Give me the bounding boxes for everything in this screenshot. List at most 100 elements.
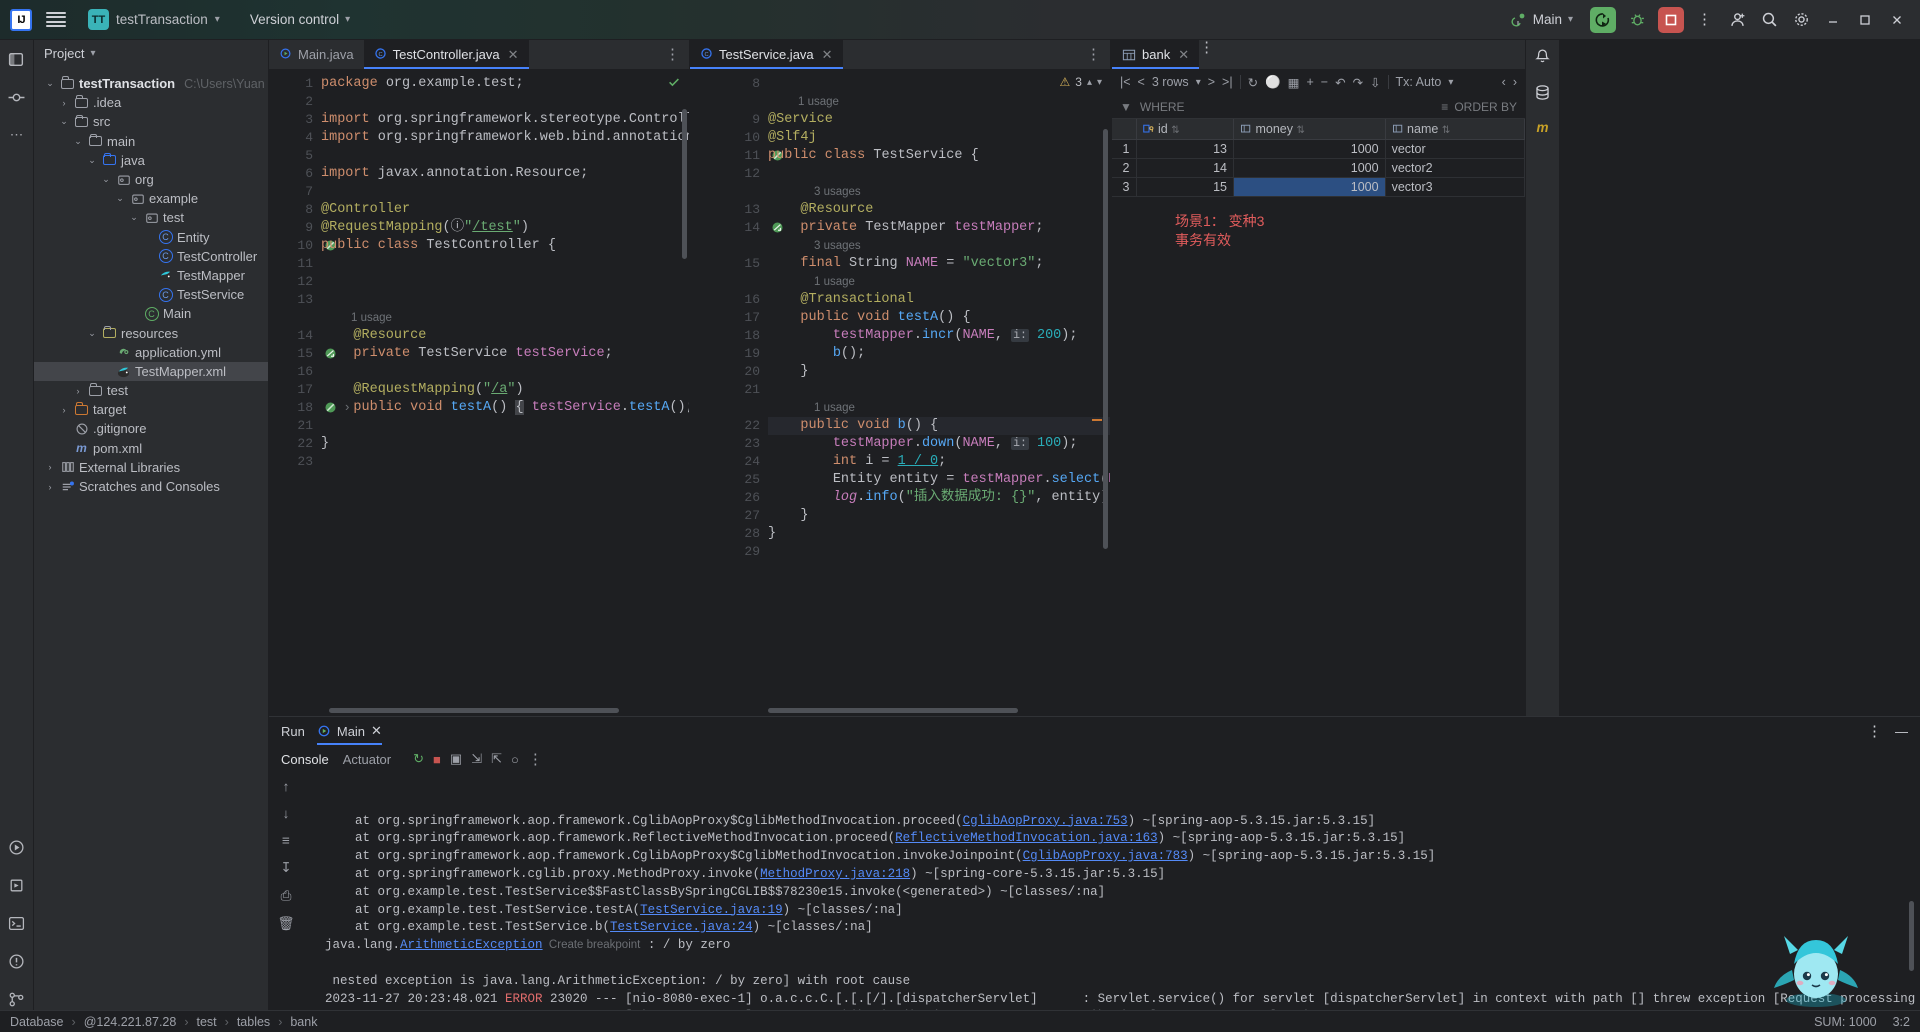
tree-item-main[interactable]: ⌄ main <box>34 132 268 151</box>
chevron-down-icon[interactable]: ▾ <box>1448 77 1453 88</box>
database-tab-row[interactable]: bank ✕ ⋮ <box>1112 40 1525 69</box>
import-icon[interactable]: ⇱ <box>491 751 502 767</box>
chevron-down-icon[interactable]: ⌄ <box>86 155 98 166</box>
db-cell-money[interactable]: 1000 <box>1233 158 1386 178</box>
tree-item-java[interactable]: ⌄ java <box>34 151 268 170</box>
inspection-widget-right[interactable]: ⚠ 3 ▴ ▾ <box>1059 75 1102 89</box>
export-icon[interactable]: ⇲ <box>471 751 482 767</box>
status-database-label[interactable]: Database <box>10 1015 64 1029</box>
chevron-right-icon[interactable]: › <box>44 462 56 472</box>
chevron-down-icon[interactable]: ▾ <box>1196 77 1201 88</box>
account-button[interactable] <box>1726 9 1748 31</box>
vertical-scrollbar-left[interactable] <box>682 109 687 259</box>
db-cell-name[interactable]: vector <box>1385 139 1525 159</box>
print-icon[interactable]: ⎙ <box>281 888 292 904</box>
console-more-icon[interactable]: ⋮ <box>528 752 544 767</box>
terminal-tool-icon[interactable] <box>6 912 28 934</box>
chevron-right-icon[interactable]: › <box>72 386 84 396</box>
tree-item-org[interactable]: ⌄ org <box>34 170 268 189</box>
run-more-button[interactable]: ⋮ <box>1867 724 1883 739</box>
refresh-icon[interactable]: ↻ <box>1248 75 1258 90</box>
code-view-left[interactable]: 1 2 3 4 5 6 7 8 9 10 11 12 13 14 15 16 17 18 › 21 22 23 packa… <box>269 69 689 706</box>
commit-tool-icon[interactable] <box>6 86 28 108</box>
close-icon[interactable]: ✕ <box>508 47 519 63</box>
console-side-toolbar[interactable]: ↑ ↓ ≡ ↧ ⎙ 🗑 <box>269 773 303 1010</box>
camera-icon[interactable]: ▣ <box>450 751 462 767</box>
project-tree[interactable]: ⌄ testTransaction C:\Users\YuanJie\Ide › .id… <box>34 66 268 1010</box>
close-window-button[interactable] <box>1886 9 1908 31</box>
chevron-down-icon[interactable]: ⌄ <box>72 136 84 147</box>
chevron-right-icon[interactable]: › <box>58 405 70 415</box>
notifications-icon[interactable] <box>1534 48 1551 68</box>
tree-item-testservice[interactable]: C TestService <box>34 285 268 304</box>
line-number-gutter-right[interactable]: 8 9 10 11 12 13 14 15 16 17 18 19 20 21 22 23 24 25 26 27 28… <box>690 69 783 706</box>
chevron-down-icon[interactable]: ▾ <box>1097 77 1102 88</box>
db-cell-id[interactable]: 13 <box>1136 139 1234 159</box>
inspection-widget-left[interactable] <box>667 75 681 89</box>
status-table[interactable]: bank <box>290 1015 317 1029</box>
commit-icon[interactable]: ↷ <box>1353 75 1363 90</box>
stop-button[interactable] <box>1658 6 1684 33</box>
database-icon[interactable] <box>1534 84 1551 104</box>
scroll-to-end-icon[interactable]: ↧ <box>280 860 291 876</box>
prev-page-icon[interactable]: < <box>1138 75 1145 89</box>
scroll-down-icon[interactable]: ↓ <box>283 806 290 821</box>
soft-wrap-icon[interactable]: ≡ <box>282 833 290 848</box>
horizontal-scrollbar-right[interactable] <box>768 708 1018 713</box>
tree-item-src[interactable]: ⌄ src <box>34 112 268 131</box>
cancel-icon[interactable]: ⚪ <box>1265 75 1281 90</box>
db-cell-id[interactable]: 15 <box>1136 177 1234 197</box>
code-text-left[interactable]: package org.example.test; import org.spr… <box>321 69 689 706</box>
version-control-widget[interactable]: Version control ▾ <box>242 9 358 30</box>
settings-button[interactable] <box>1790 9 1812 31</box>
project-tool-icon[interactable] <box>6 48 28 70</box>
db-column-name[interactable]: name ⇅ <box>1385 119 1525 140</box>
close-icon[interactable]: ✕ <box>822 47 833 63</box>
tree-item-pom-xml[interactable]: m pom.xml <box>34 439 268 458</box>
filter-icon[interactable]: ▼ <box>1120 100 1132 114</box>
project-panel-header[interactable]: Project ▾ <box>34 40 268 66</box>
editor-tabs-left[interactable]: Main.java C TestController.java ✕ ⋮ <box>269 40 689 69</box>
status-schema[interactable]: test <box>197 1015 217 1029</box>
db-table-row[interactable]: 1 13 1000 vector <box>1112 139 1525 159</box>
export-icon[interactable]: ⇩ <box>1370 75 1380 90</box>
maven-icon[interactable]: m <box>1536 120 1548 135</box>
status-tables[interactable]: tables <box>237 1015 270 1029</box>
filter-icon[interactable]: ○ <box>511 752 519 767</box>
tree-item-resources[interactable]: ⌄ resources <box>34 323 268 342</box>
db-cell-money[interactable]: 1000 <box>1233 139 1386 159</box>
tree-item-gitignore[interactable]: .gitignore <box>34 419 268 438</box>
run-button[interactable] <box>1590 6 1616 33</box>
tree-item-testmapper[interactable]: TestMapper <box>34 266 268 285</box>
chevron-down-icon[interactable]: ⌄ <box>114 193 126 204</box>
run-tool-icon[interactable] <box>6 836 28 858</box>
last-page-icon[interactable]: >| <box>1222 75 1233 89</box>
maximize-window-button[interactable] <box>1854 9 1876 31</box>
database-icon[interactable]: ▦ <box>1288 75 1300 90</box>
db-table-row[interactable]: 3 15 1000 vector3 <box>1112 177 1525 197</box>
tree-item-test[interactable]: ⌄ test <box>34 208 268 227</box>
db-result-grid[interactable]: id ⇅ money ⇅ name ⇅ 1 13 1000 vector 2 14 1000 v… <box>1112 119 1525 197</box>
next-page-icon[interactable]: > <box>1208 75 1215 89</box>
sort-indicator-icon[interactable]: ⇅ <box>1442 125 1450 136</box>
code-text-right[interactable]: 1 usage @Service @Slf4j public class TestSe… <box>768 69 1110 706</box>
chevron-down-icon[interactable]: ⌄ <box>86 328 98 339</box>
vertical-scrollbar-right[interactable] <box>1103 129 1108 549</box>
sort-indicator-icon[interactable]: ⇅ <box>1296 125 1304 136</box>
db-tab-bank[interactable]: bank ✕ <box>1112 40 1200 69</box>
tree-item-entity[interactable]: C Entity <box>34 228 268 247</box>
main-menu-icon[interactable] <box>46 11 66 28</box>
remove-row-icon[interactable]: − <box>1321 75 1328 89</box>
run-configuration-selector[interactable]: Main ▾ <box>1504 9 1580 31</box>
run-tab-main[interactable]: Main ✕ <box>316 717 383 745</box>
chevron-down-icon[interactable]: ⌄ <box>128 212 140 223</box>
tree-item-example[interactable]: ⌄ example <box>34 189 268 208</box>
chevron-up-icon[interactable]: ▴ <box>1087 77 1092 88</box>
status-host[interactable]: @124.221.87.28 <box>84 1015 177 1029</box>
tree-item-testcontroller[interactable]: C TestController <box>34 247 268 266</box>
editor-tabs-right[interactable]: C TestService.java ✕ ⋮ <box>690 40 1110 69</box>
db-cell-money[interactable]: 1000 <box>1233 177 1386 197</box>
sort-indicator-icon[interactable]: ⇅ <box>1171 125 1179 136</box>
horizontal-scrollbar-left[interactable] <box>329 708 619 713</box>
tree-item-testmapper-xml[interactable]: TestMapper.xml <box>34 361 268 381</box>
